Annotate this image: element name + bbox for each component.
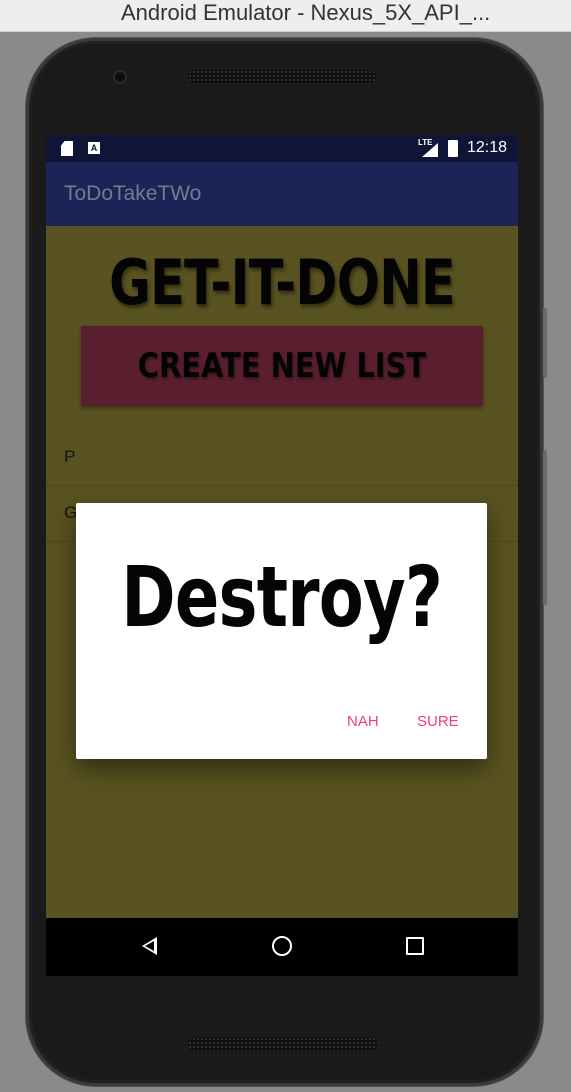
navigation-bar [46,918,518,976]
sd-card-icon [61,141,73,156]
bottom-speaker-grille [188,1037,378,1051]
nah-button[interactable]: NAH [347,713,379,730]
volume-rocker[interactable] [543,450,547,605]
dialog-title: Destroy? [121,548,443,646]
destroy-dialog: Destroy? NAH SURE [76,503,487,759]
power-button[interactable] [543,308,547,378]
front-camera [113,70,127,84]
battery-icon [448,140,458,157]
a-notification-icon: A [88,142,100,154]
recents-icon[interactable] [406,937,424,955]
status-time: 12:18 [467,139,508,156]
sure-button[interactable]: SURE [417,713,459,730]
home-icon[interactable] [272,936,292,956]
top-speaker-grille [188,70,376,84]
device-screen: A LTE 12:18 ToDoTakeTWo GET-IT-DONE CREA… [46,135,518,976]
network-type-label: LTE [418,138,433,147]
app-title: ToDoTakeTWo [64,182,202,205]
back-icon[interactable] [142,937,157,955]
emulator-window-titlebar: Android Emulator - Nexus_5X_API_... [0,0,571,32]
main-content: GET-IT-DONE CREATE NEW LIST P G Destroy?… [46,226,518,976]
status-bar: A LTE 12:18 [46,135,518,162]
app-bar: ToDoTakeTWo [46,162,518,226]
window-title: Android Emulator - Nexus_5X_API_... [121,0,491,25]
